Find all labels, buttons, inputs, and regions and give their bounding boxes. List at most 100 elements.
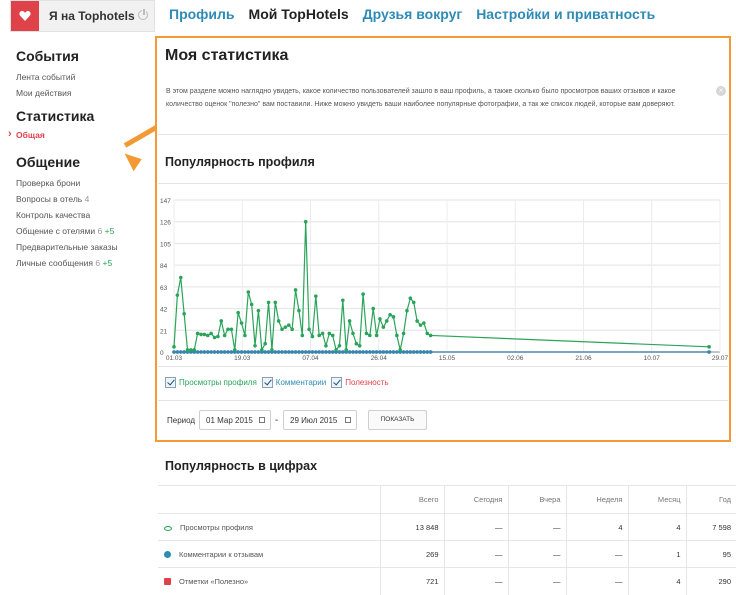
checkbox-views[interactable] xyxy=(165,377,176,388)
tab-my-tophotels[interactable]: Мой TopHotels xyxy=(249,6,349,22)
checkbox-useful[interactable] xyxy=(331,377,343,388)
data-point xyxy=(263,350,267,354)
data-point xyxy=(415,350,419,354)
tab-friends-nearby[interactable]: Друзья вокруг xyxy=(363,6,463,22)
date-to-input[interactable]: 29 Июл 2015 xyxy=(283,410,357,430)
data-point xyxy=(401,331,406,336)
data-point xyxy=(212,335,217,340)
logo-block[interactable]: Я на Tophotels xyxy=(10,0,155,32)
sidebar-item-comm[interactable]: Вопросы в отель 4 xyxy=(16,194,146,204)
data-point xyxy=(239,350,244,354)
x-tick-label: 26.04 xyxy=(371,355,388,362)
col-month: Месяц xyxy=(627,485,686,514)
data-point xyxy=(324,343,328,348)
data-point xyxy=(293,288,298,292)
table-cell: — xyxy=(565,567,628,595)
data-point xyxy=(246,350,251,354)
data-point xyxy=(330,350,335,354)
date-from-input[interactable]: 01 Мар 2015 xyxy=(199,410,271,430)
y-tick-label: 126 xyxy=(160,220,171,227)
data-point xyxy=(361,350,365,354)
data-point xyxy=(418,323,423,327)
data-point xyxy=(368,350,372,354)
divider xyxy=(158,400,728,401)
data-point xyxy=(300,350,305,354)
count-badge: 6 xyxy=(95,258,101,268)
data-point xyxy=(222,333,227,338)
comment-bubble-icon xyxy=(164,550,171,558)
power-icon[interactable] xyxy=(138,8,148,20)
data-point xyxy=(219,319,224,323)
sidebar-item-comm[interactable]: Предварительные заказы xyxy=(16,242,146,252)
sidebar-item-my-actions[interactable]: Мои действия xyxy=(16,88,146,98)
sidebar-item-comm[interactable]: Общение с отелями 6 +5 xyxy=(16,226,146,236)
data-point xyxy=(276,350,281,354)
y-tick-label: 84 xyxy=(160,263,168,270)
sidebar-item-label: Предварительные заказы xyxy=(16,242,118,252)
data-point xyxy=(354,350,359,354)
data-point xyxy=(707,350,711,354)
sidebar-item-comm[interactable]: Личные сообщения 6 +5 xyxy=(16,258,146,268)
data-point xyxy=(408,350,413,354)
date-to-value: 29 Июл 2015 xyxy=(290,416,338,425)
sidebar-item-comm[interactable]: Контроль качества xyxy=(16,210,146,220)
data-point xyxy=(216,350,220,354)
data-point xyxy=(229,350,234,354)
data-point xyxy=(344,348,349,352)
chart-title: Популярность профиля xyxy=(165,155,315,169)
checkbox-comments[interactable] xyxy=(261,377,273,388)
y-tick-label: 42 xyxy=(160,307,168,314)
sidebar-item-feed[interactable]: Лента событий xyxy=(16,72,146,82)
data-point xyxy=(219,350,224,354)
data-point xyxy=(378,350,382,354)
data-point xyxy=(425,350,430,354)
x-tick-label: 29.07 xyxy=(712,355,729,362)
data-point xyxy=(411,300,416,305)
data-point xyxy=(341,350,345,354)
data-point xyxy=(256,308,261,313)
data-point xyxy=(182,311,186,316)
data-point xyxy=(405,308,409,313)
data-point xyxy=(290,350,294,354)
heart-icon xyxy=(11,1,39,31)
tab-profile[interactable]: Профиль xyxy=(169,6,235,22)
data-point xyxy=(391,315,396,319)
sidebar-item-comm[interactable]: Проверка брони xyxy=(16,178,146,188)
table-cell: — xyxy=(443,567,508,595)
sidebar-item-general[interactable]: Общая xyxy=(8,128,146,140)
table-row: Просмотры профиля 13 848— —4 4 7 598 xyxy=(158,513,736,541)
table-cell: 13 848 xyxy=(379,513,444,541)
data-point xyxy=(327,331,332,336)
new-count-badge: +5 xyxy=(102,258,113,268)
eye-icon xyxy=(164,525,172,531)
y-tick-label: 0 xyxy=(160,350,164,357)
data-point xyxy=(388,312,392,317)
table-cell: 4 xyxy=(627,513,686,541)
divider xyxy=(158,134,728,135)
data-point xyxy=(266,300,271,305)
calendar-icon xyxy=(345,417,351,423)
data-point xyxy=(246,290,251,294)
data-point xyxy=(293,350,298,354)
data-point xyxy=(357,350,362,354)
col-yesterday: Вчера xyxy=(507,485,566,514)
date-from-value: 01 Мар 2015 xyxy=(206,416,253,425)
y-tick-label: 21 xyxy=(160,328,168,335)
table-cell: 4 xyxy=(565,513,628,541)
data-point xyxy=(408,296,413,301)
new-count-badge: +5 xyxy=(104,226,115,236)
data-point xyxy=(243,333,247,338)
data-point xyxy=(391,350,396,354)
data-point xyxy=(337,350,342,354)
legend-views: Просмотры профиля xyxy=(179,378,257,387)
data-point xyxy=(182,350,186,354)
date-separator: - xyxy=(275,415,279,426)
close-icon[interactable]: × xyxy=(716,86,726,96)
show-button[interactable]: ПОКАЗАТЬ xyxy=(368,410,427,430)
data-point xyxy=(347,350,352,354)
tab-settings-privacy[interactable]: Настройки и приватность xyxy=(476,6,655,22)
data-point xyxy=(371,350,376,354)
data-point xyxy=(259,348,264,352)
table-cell: — xyxy=(507,513,566,541)
row-label: Комментарии к отзывам xyxy=(179,549,264,559)
